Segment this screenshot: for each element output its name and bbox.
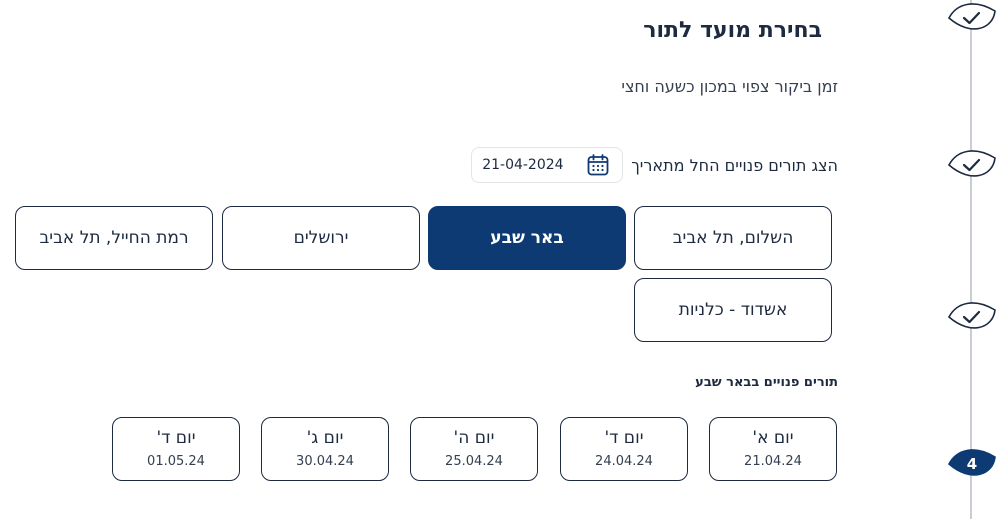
branch-button-ramat-hahayal[interactable]: רמת החייל, תל אביב bbox=[15, 206, 213, 270]
stepper-line bbox=[970, 0, 972, 519]
day-name: יום א' bbox=[752, 428, 794, 448]
step-2-done bbox=[947, 148, 997, 182]
step-number: 4 bbox=[966, 455, 978, 473]
day-button[interactable]: יום א' 21.04.24 bbox=[709, 417, 837, 481]
available-days: יום א' 21.04.24 יום ד' 24.04.24 יום ה' 2… bbox=[112, 417, 837, 481]
day-name: יום ה' bbox=[453, 428, 495, 448]
branch-button-beer-sheva[interactable]: באר שבע bbox=[428, 206, 626, 270]
check-icon bbox=[947, 302, 996, 329]
day-date: 25.04.24 bbox=[445, 454, 503, 469]
step-1-done bbox=[947, 1, 997, 35]
check-icon bbox=[947, 150, 996, 177]
date-picker[interactable]: 21-04-2024 bbox=[471, 147, 624, 183]
step-4-current: 4 bbox=[947, 447, 997, 481]
day-button[interactable]: יום ג' 30.04.24 bbox=[261, 417, 389, 481]
page-subtitle: זמן ביקור צפוי במכון כשעה וחצי bbox=[621, 77, 838, 96]
day-date: 30.04.24 bbox=[296, 454, 354, 469]
available-slots-title: תורים פנויים בבאר שבע bbox=[695, 375, 838, 390]
step-3-done bbox=[947, 300, 997, 334]
day-date: 24.04.24 bbox=[595, 454, 653, 469]
day-name: יום ד' bbox=[156, 428, 196, 448]
day-date: 21.04.24 bbox=[744, 454, 802, 469]
page-title: בחירת מועד לתור bbox=[643, 18, 822, 43]
date-filter: הצג תורים פנויים החל מתאריך 21-04-2024 bbox=[471, 147, 838, 183]
day-button[interactable]: יום ד' 01.05.24 bbox=[112, 417, 240, 481]
branch-selector: השלום, תל אביב באר שבע ירושלים רמת החייל… bbox=[15, 206, 833, 344]
day-button[interactable]: יום ד' 24.04.24 bbox=[560, 417, 688, 481]
day-name: יום ד' bbox=[604, 428, 644, 448]
date-value: 21-04-2024 bbox=[482, 157, 564, 173]
branch-button-hashalom[interactable]: השלום, תל אביב bbox=[634, 206, 832, 270]
calendar-icon bbox=[587, 154, 609, 176]
date-filter-label: הצג תורים פנויים החל מתאריך bbox=[631, 155, 838, 175]
day-button[interactable]: יום ה' 25.04.24 bbox=[410, 417, 538, 481]
branch-button-jerusalem[interactable]: ירושלים bbox=[222, 206, 420, 270]
branch-button-ashdod[interactable]: אשדוד - כלניות bbox=[634, 278, 832, 342]
day-name: יום ג' bbox=[306, 428, 344, 448]
day-date: 01.05.24 bbox=[147, 454, 205, 469]
check-icon bbox=[947, 3, 996, 30]
